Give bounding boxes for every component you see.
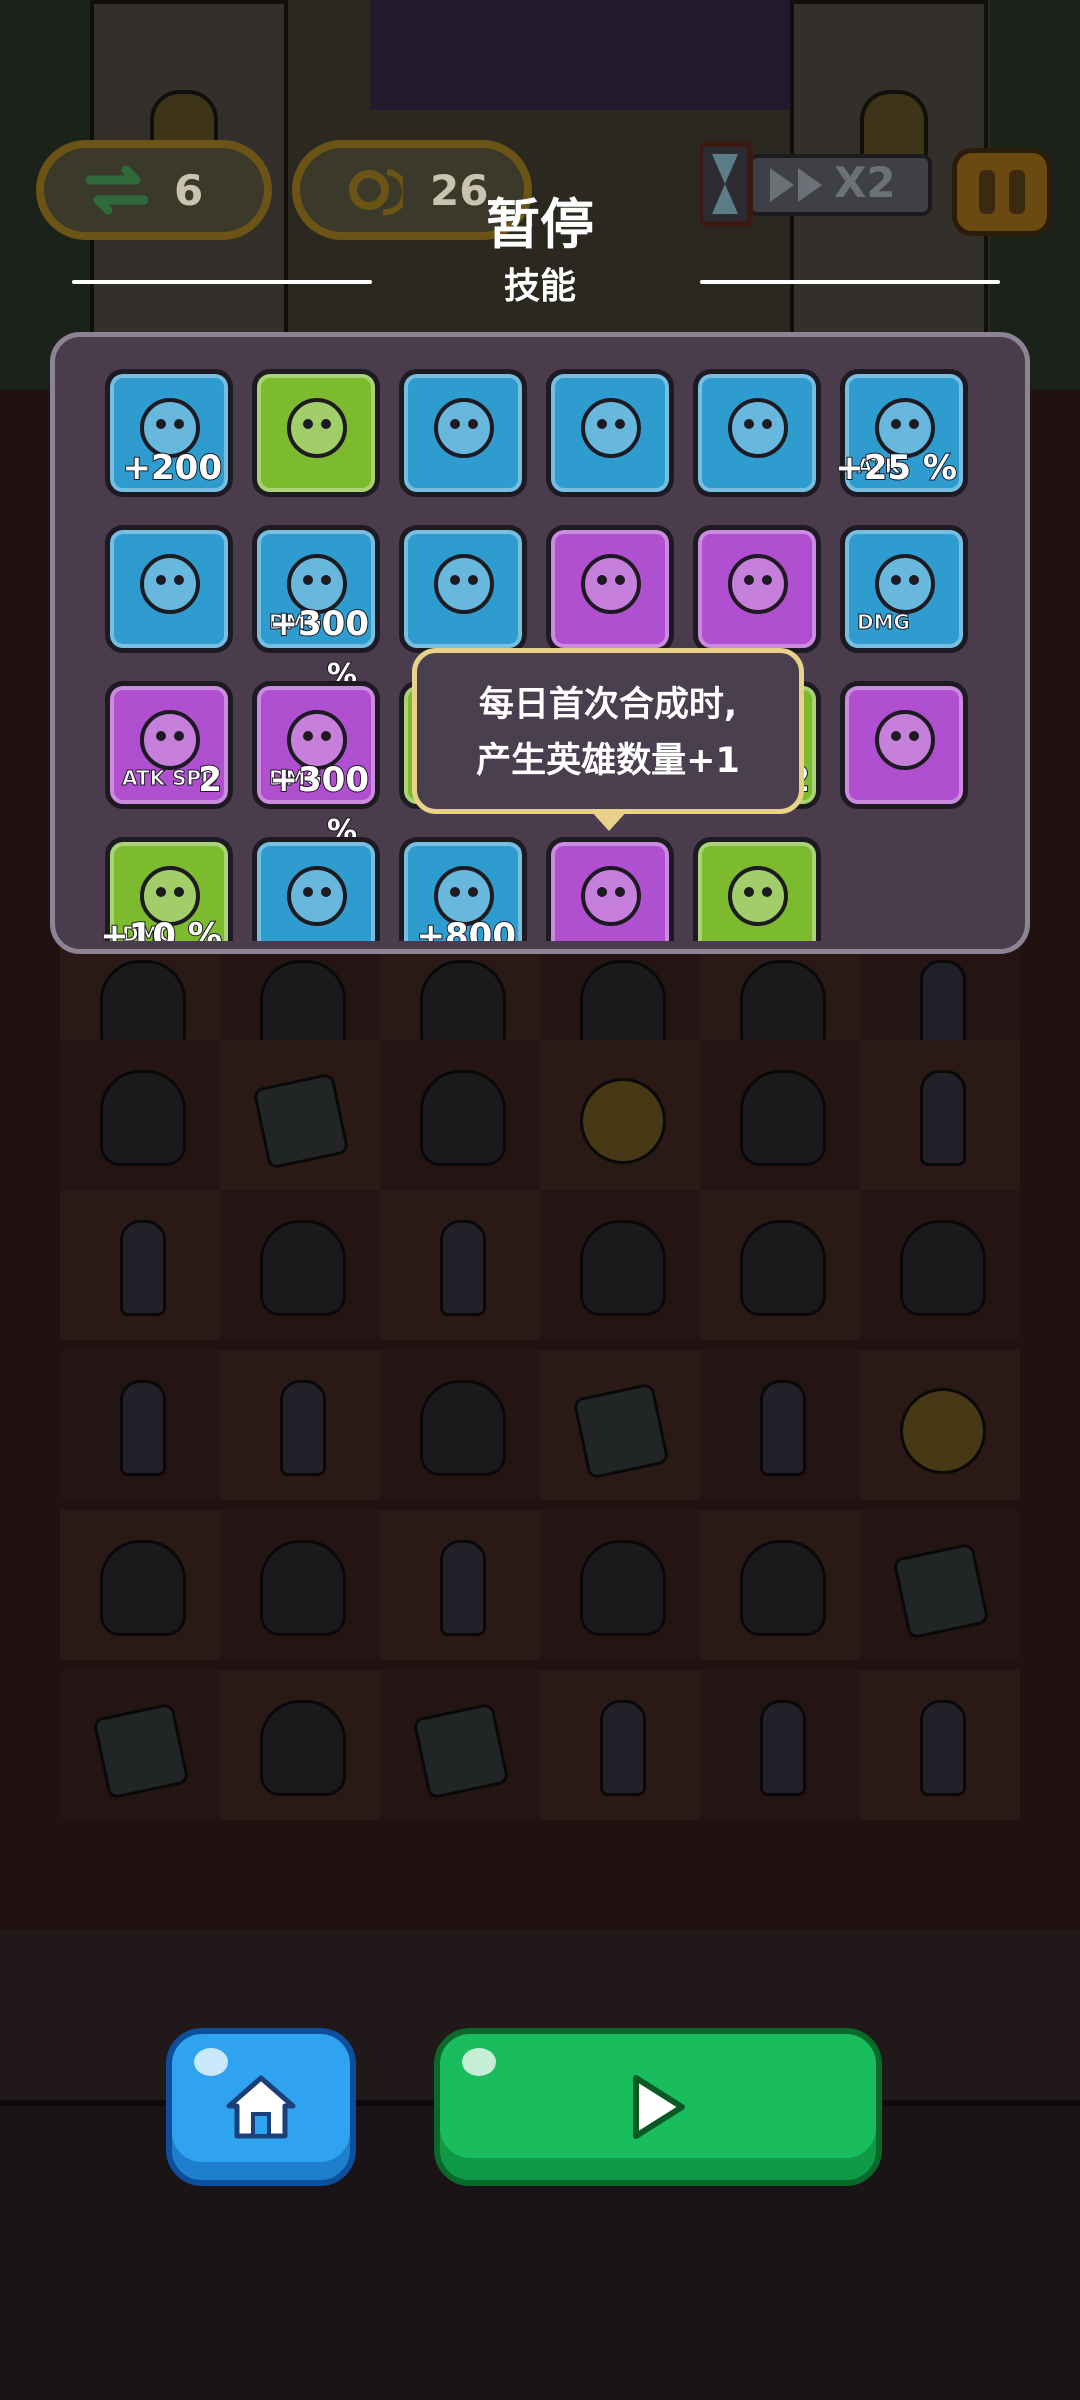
vampire-bats-icon: [130, 544, 210, 624]
skill-tile[interactable]: [252, 837, 380, 941]
slime-plus-icon: [571, 856, 651, 936]
skill-tile[interactable]: +800: [399, 837, 527, 941]
skill-tile[interactable]: DMG: [840, 525, 968, 653]
skill-tile[interactable]: [840, 681, 968, 809]
resume-button[interactable]: [434, 2028, 882, 2186]
skill-tile[interactable]: DMG +300%: [252, 681, 380, 850]
tentacle-creature-icon: [571, 388, 651, 468]
slime-army-upgrade-icon: [277, 388, 357, 468]
skills-grid[interactable]: +200 ATK+25 % DMG+300% DMG ATK SPD2DMG+300% 2…: [55, 337, 1025, 941]
vampire-bats-icon: [571, 544, 651, 624]
title-divider-right: [700, 280, 1000, 284]
tooltip-arrow: [589, 809, 629, 831]
home-icon: [226, 2075, 296, 2139]
skill-tile[interactable]: [399, 525, 527, 653]
tooltip-line-1: 每日首次合成时,: [478, 685, 738, 725]
lightning-elders-icon: [718, 856, 798, 936]
skill-tile[interactable]: DMG +10 %: [99, 837, 233, 941]
green-flame-elder-icon: [424, 544, 504, 624]
skills-panel: +200 ATK+25 % DMG+300% DMG ATK SPD2DMG+300% 2…: [50, 332, 1030, 954]
button-gloss: [462, 2048, 496, 2076]
skill-tile[interactable]: [693, 369, 821, 497]
skill-tile[interactable]: ATK SPD 2: [105, 681, 233, 809]
skill-tile[interactable]: [399, 369, 527, 497]
hooded-elder-icon: [277, 856, 357, 936]
robot-field-icon: [718, 388, 798, 468]
skill-tile[interactable]: [693, 525, 821, 653]
skill-tile[interactable]: [105, 525, 233, 653]
skill-value: +800: [416, 915, 517, 941]
skill-tile[interactable]: [693, 837, 821, 941]
button-gloss: [194, 2048, 228, 2076]
tooltip-line-2: 产生英雄数量+1: [476, 741, 740, 781]
skill-value: 2: [197, 759, 223, 801]
skill-value: +300: [269, 603, 370, 645]
skill-tile[interactable]: [252, 369, 380, 497]
bat-swap-vampire-icon: [865, 700, 945, 780]
skill-stat-tag: DMG: [857, 610, 911, 634]
skill-tile[interactable]: [546, 525, 674, 653]
play-icon: [633, 2075, 685, 2139]
skill-tile[interactable]: ATK +25 %: [834, 369, 968, 497]
vampire-bats-icon: [424, 388, 504, 468]
skill-tile[interactable]: +200: [105, 369, 233, 497]
skill-value: +25 %: [834, 447, 958, 489]
skill-tooltip: 每日首次合成时, 产生英雄数量+1: [412, 648, 804, 831]
skill-value: +10 %: [99, 915, 223, 941]
home-button[interactable]: [166, 2028, 356, 2186]
skill-tile[interactable]: [546, 369, 674, 497]
skill-value: +200: [122, 447, 223, 489]
skill-tile[interactable]: [546, 837, 674, 941]
dizzy-stars-icon: [718, 544, 798, 624]
skill-tile[interactable]: DMG +300%: [252, 525, 380, 694]
pause-title: 暂停: [486, 193, 594, 256]
skill-value: +300: [269, 759, 370, 801]
